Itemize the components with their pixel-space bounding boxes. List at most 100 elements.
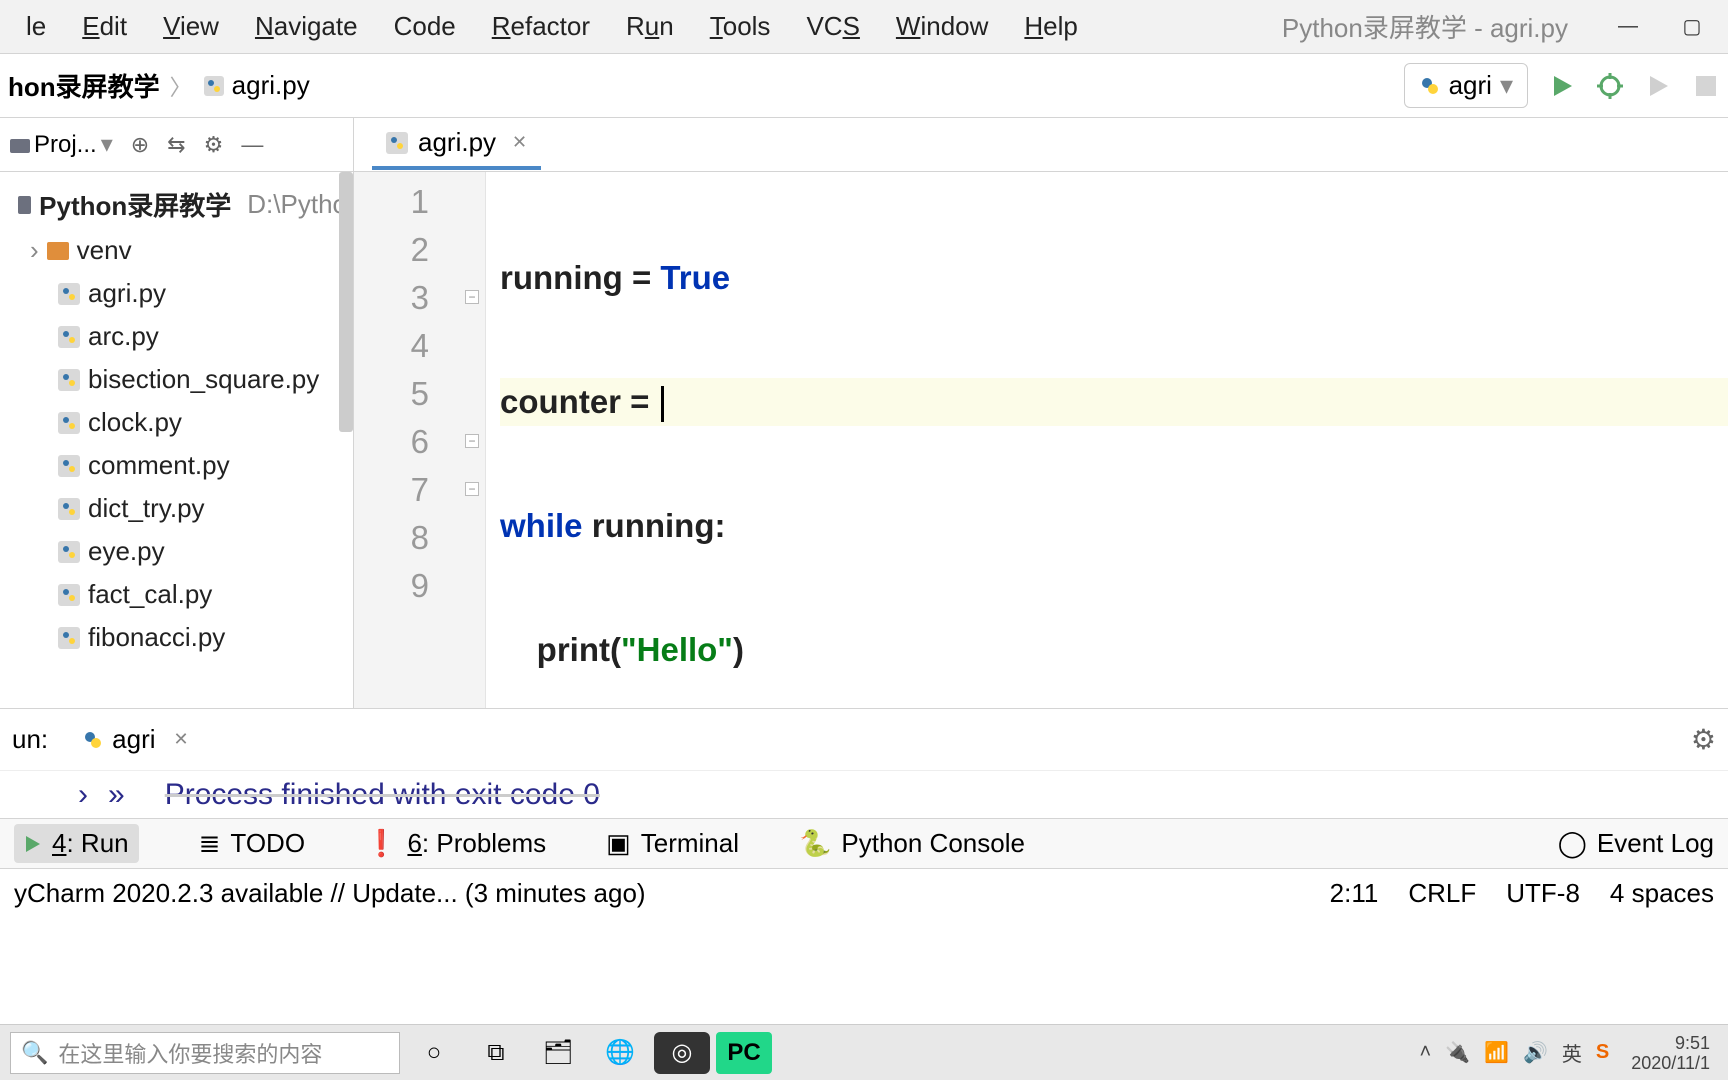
cortana-icon[interactable]: ○ — [406, 1032, 462, 1074]
run-config-selector[interactable]: agri ▾ — [1404, 63, 1528, 108]
python-file-icon — [58, 326, 80, 348]
tree-file[interactable]: agri.py — [0, 272, 353, 315]
task-view-icon[interactable]: ⧉ — [468, 1032, 524, 1074]
tree-venv[interactable]: › venv — [0, 229, 353, 272]
folder-icon — [10, 135, 30, 155]
edge-icon[interactable]: 🌐 — [592, 1032, 648, 1074]
run-output[interactable]: ›» Process finished with exit code 0 — [0, 770, 1728, 818]
menu-edit[interactable]: Edit — [64, 5, 145, 48]
stop-button[interactable] — [1692, 72, 1720, 100]
taskbar-clock[interactable]: 9:512020/11/1 — [1623, 1033, 1718, 1073]
run-tab[interactable]: agri ✕ — [82, 724, 188, 755]
tree-file[interactable]: dict_try.py — [0, 487, 353, 530]
line-separator[interactable]: CRLF — [1408, 878, 1476, 909]
volume-icon[interactable]: 🔊 — [1523, 1040, 1548, 1065]
project-panel-header: Proj...▾ ⊕ ⇆ ⚙ — — [0, 118, 353, 172]
close-tab-icon[interactable]: ✕ — [512, 132, 527, 153]
tool-python-console[interactable]: 🐍Python Console — [799, 828, 1025, 859]
project-view-selector[interactable]: Proj...▾ — [10, 130, 113, 159]
sogou-icon[interactable]: S — [1596, 1041, 1609, 1064]
run-nav[interactable]: ›» — [70, 778, 125, 812]
tray-chevron-icon[interactable]: ˄ — [1420, 1041, 1432, 1064]
debug-button[interactable] — [1596, 72, 1624, 100]
tool-todo[interactable]: ≣TODO — [199, 828, 305, 859]
chevron-right-icon: 〉 — [170, 70, 192, 102]
collapse-icon[interactable]: ⇆ — [167, 132, 185, 158]
battery-icon[interactable]: 🔌 — [1445, 1040, 1470, 1065]
tree-file[interactable]: eye.py — [0, 530, 353, 573]
scrollbar[interactable] — [339, 172, 353, 432]
tree-project-root[interactable]: Python录屏教学 D:\Pytho — [0, 180, 353, 229]
caret-position[interactable]: 2:11 — [1330, 878, 1379, 909]
project-tree[interactable]: Python录屏教学 D:\Pytho › venv agri.pyarc.py… — [0, 172, 353, 708]
code-content[interactable]: running = True counter = while running: … — [486, 172, 1728, 708]
python-file-icon — [58, 412, 80, 434]
tree-file[interactable]: comment.py — [0, 444, 353, 487]
window-title: Python录屏教学 - agri.py — [1282, 8, 1568, 45]
tree-file[interactable]: fibonacci.py — [0, 616, 353, 659]
menu-help[interactable]: Help — [1006, 5, 1095, 48]
tool-event-log[interactable]: ◯Event Log — [1558, 828, 1714, 859]
bubble-icon: ◯ — [1558, 828, 1587, 859]
menu-navigate[interactable]: Navigate — [237, 5, 376, 48]
tree-file[interactable]: fact_cal.py — [0, 573, 353, 616]
ime-indicator[interactable]: 英 — [1562, 1038, 1582, 1067]
coverage-button[interactable] — [1644, 72, 1672, 100]
gear-icon[interactable]: ⚙ — [1691, 723, 1716, 756]
run-button[interactable] — [1548, 72, 1576, 100]
fold-icon[interactable]: − — [465, 482, 479, 496]
tool-run[interactable]: 4: Run — [14, 824, 139, 863]
editor-tabs: agri.py ✕ — [354, 118, 1728, 172]
breadcrumb-file[interactable]: agri.py — [202, 70, 310, 101]
python-file-icon — [58, 455, 80, 477]
window-controls: — ▢ — [1608, 12, 1712, 42]
breadcrumb-project[interactable]: hon录屏教学 — [8, 67, 160, 104]
tool-terminal[interactable]: ▣Terminal — [606, 828, 739, 859]
warning-icon: ❗ — [365, 828, 397, 859]
chevron-down-icon: ▾ — [1500, 70, 1513, 101]
editor-tab-agri[interactable]: agri.py ✕ — [372, 119, 541, 170]
menu-bar: le Edit View Navigate Code Refactor Run … — [0, 0, 1728, 54]
menu-tools[interactable]: Tools — [692, 5, 789, 48]
fold-icon[interactable]: − — [465, 434, 479, 448]
windows-search[interactable]: 🔍 在这里输入你要搜索的内容 — [10, 1032, 400, 1074]
menu-file[interactable]: le — [8, 5, 64, 48]
file-encoding[interactable]: UTF-8 — [1506, 878, 1580, 909]
python-file-icon — [58, 498, 80, 520]
tree-file[interactable]: arc.py — [0, 315, 353, 358]
python-file-icon — [58, 541, 80, 563]
pycharm-icon[interactable]: PC — [716, 1032, 772, 1074]
tool-problems[interactable]: ❗6: Problems — [365, 828, 546, 859]
recorder-icon[interactable]: ◎ — [654, 1032, 710, 1074]
maximize-button[interactable]: ▢ — [1672, 12, 1712, 42]
hide-icon[interactable]: — — [241, 132, 263, 158]
explorer-icon[interactable]: 🗂 — [530, 1032, 586, 1074]
folder-icon — [18, 196, 31, 214]
menu-vcs[interactable]: VCS — [788, 5, 877, 48]
python-icon — [1419, 75, 1441, 97]
tree-file[interactable]: bisection_square.py — [0, 358, 353, 401]
menu-run[interactable]: Run — [608, 5, 692, 48]
status-bar: yCharm 2020.2.3 available // Update... (… — [0, 868, 1728, 918]
wifi-icon[interactable]: 📶 — [1484, 1040, 1509, 1065]
fold-icon[interactable]: − — [465, 290, 479, 304]
minimize-button[interactable]: — — [1608, 12, 1648, 42]
close-icon[interactable]: ✕ — [174, 729, 189, 750]
menu-window[interactable]: Window — [878, 5, 1006, 48]
chevron-right-icon: › — [30, 235, 39, 266]
python-file-icon — [58, 627, 80, 649]
editor: agri.py ✕ 1 2 3− 4 5 6− 7− 8 9 running =… — [354, 118, 1728, 708]
menu-code[interactable]: Code — [376, 5, 474, 48]
tool-window-bar: 4: Run ≣TODO ❗6: Problems ▣Terminal 🐍Pyt… — [0, 818, 1728, 868]
menu-view[interactable]: View — [145, 5, 237, 48]
menu-refactor[interactable]: Refactor — [474, 5, 608, 48]
python-icon: 🐍 — [799, 828, 831, 859]
gutter: 1 2 3− 4 5 6− 7− 8 9 — [354, 172, 486, 708]
code-editor[interactable]: 1 2 3− 4 5 6− 7− 8 9 running = True coun… — [354, 172, 1728, 708]
tree-file[interactable]: clock.py — [0, 401, 353, 444]
status-message[interactable]: yCharm 2020.2.3 available // Update... (… — [14, 878, 646, 909]
system-tray: ˄ 🔌 📶 🔊 英 S 9:512020/11/1 — [1420, 1033, 1719, 1073]
locate-icon[interactable]: ⊕ — [131, 132, 149, 158]
gear-icon[interactable]: ⚙ — [204, 132, 224, 158]
indent-setting[interactable]: 4 spaces — [1610, 878, 1714, 909]
